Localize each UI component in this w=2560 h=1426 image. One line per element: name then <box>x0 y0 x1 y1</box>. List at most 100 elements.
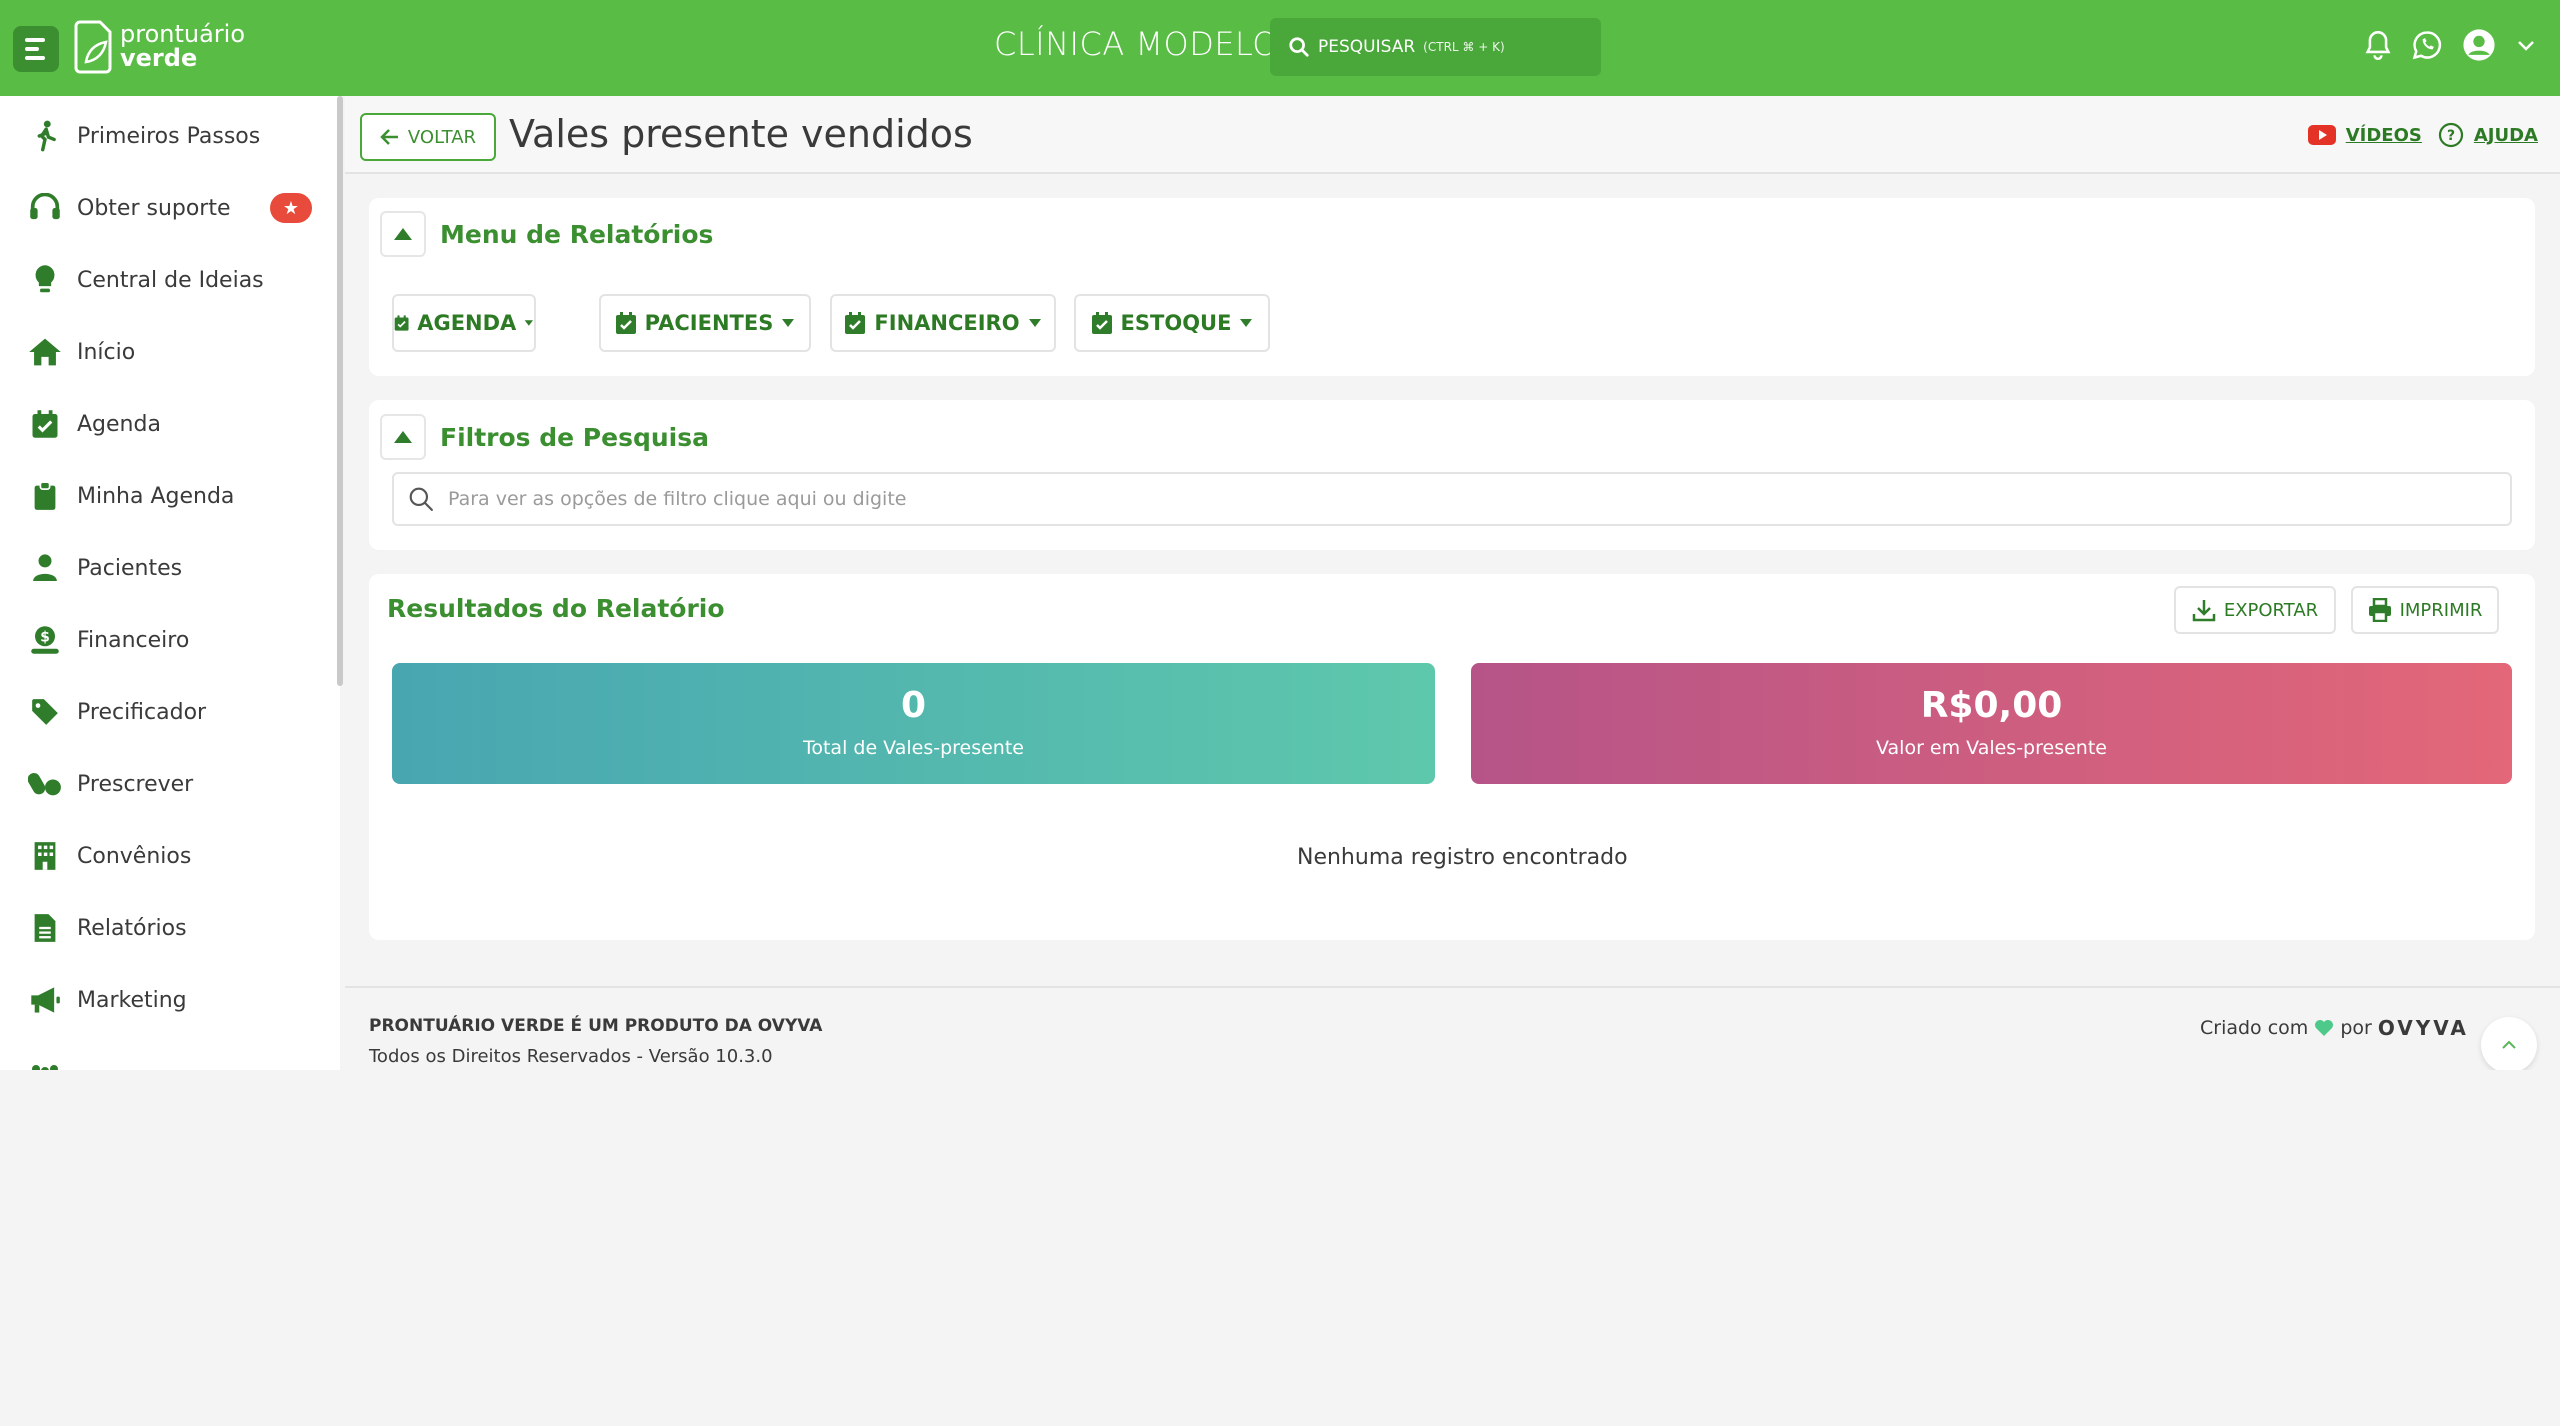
logo-line-1: prontuário <box>120 20 246 48</box>
report-pacientes-label: PACIENTES <box>644 311 774 335</box>
total-gift-cards-card: 0 Total de Vales-presente <box>392 663 1435 784</box>
report-financeiro-label: FINANCEIRO <box>874 311 1020 335</box>
youtube-icon[interactable] <box>2307 125 2336 145</box>
building-icon <box>28 839 62 873</box>
help-link[interactable]: AJUDA <box>2474 125 2538 146</box>
sidebar-item-label: Minha Agenda <box>77 483 235 509</box>
sidebar-item-label: Precificador <box>77 699 207 725</box>
export-button[interactable]: EXPORTAR <box>2174 586 2336 634</box>
page-title: Vales presente vendidos <box>509 112 973 156</box>
sidebar-item-minha-agenda[interactable]: Minha Agenda <box>0 460 340 532</box>
user-avatar-icon[interactable] <box>2462 28 2496 62</box>
collapse-reports-button[interactable] <box>380 211 426 257</box>
footer: PRONTUÁRIO VERDE É UM PRODUTO DA OVYVA T… <box>345 986 2560 1070</box>
caret-down-icon <box>1028 319 1041 327</box>
walking-person-icon <box>28 119 62 153</box>
global-search-button[interactable]: PESQUISAR (CTRL ⌘ + K) <box>1270 18 1601 76</box>
people-icon <box>28 1058 62 1070</box>
sidebar-item-precificador[interactable]: Precificador <box>0 676 340 748</box>
sidebar-item-label: Prescrever <box>77 771 194 797</box>
back-button[interactable]: VOLTAR <box>360 113 496 161</box>
headset-icon <box>28 191 62 225</box>
search-shortcut: (CTRL ⌘ + K) <box>1423 40 1505 54</box>
report-pacientes-dropdown[interactable]: PACIENTES <box>599 294 811 352</box>
sidebar-item-label: Convênios <box>77 843 192 869</box>
logo[interactable]: prontuário verde <box>74 18 245 74</box>
clinic-name[interactable]: CLÍNICA MODELO <box>994 25 1278 63</box>
arrow-left-icon <box>380 129 398 145</box>
bell-icon[interactable] <box>2364 30 2392 60</box>
clipboard-icon <box>28 479 62 513</box>
home-icon <box>28 335 62 369</box>
calendar-check-icon <box>1091 312 1112 334</box>
company-logo[interactable]: OVYVA <box>2378 1016 2469 1040</box>
print-label: IMPRIMIR <box>2399 599 2483 621</box>
sidebar-item-label: Obter suporte <box>77 195 231 221</box>
sidebar-scrollbar[interactable] <box>337 96 343 686</box>
videos-link[interactable]: VÍDEOS <box>2346 125 2422 146</box>
sidebar-item-primeiros-passos[interactable]: Primeiros Passos <box>0 100 340 172</box>
results-title: Resultados do Relatório <box>387 594 725 623</box>
total-gift-cards-caption: Total de Vales-presente <box>802 737 1024 759</box>
chevron-up-icon <box>2502 1040 2516 1049</box>
top-bar: prontuário verde CLÍNICA MODELO PESQUISA… <box>0 0 2560 96</box>
svg-text:$: $ <box>40 629 50 645</box>
sidebar-item-prescrever[interactable]: Prescrever <box>0 748 340 820</box>
footer-made-with: Criado com por OVYVA <box>2200 1016 2469 1040</box>
sidebar-item-convenios[interactable]: Convênios <box>0 820 340 892</box>
sidebar-item-marketing[interactable]: Marketing <box>0 964 340 1036</box>
money-hand-icon: $ <box>28 623 62 657</box>
filters-header: Filtros de Pesquisa <box>380 414 709 460</box>
report-financeiro-dropdown[interactable]: FINANCEIRO <box>830 294 1056 352</box>
report-estoque-label: ESTOQUE <box>1120 311 1232 335</box>
printer-icon <box>2368 598 2391 622</box>
sidebar-item-label: Primeiros Passos <box>77 123 261 149</box>
back-label: VOLTAR <box>407 126 477 148</box>
sidebar-item-relatorios[interactable]: Relatórios <box>0 892 340 964</box>
sidebar-item-obter-suporte[interactable]: Obter suporte ★ <box>0 172 340 244</box>
sidebar-item-label: Marketing <box>77 987 187 1013</box>
help-circle-icon[interactable]: ? <box>2438 122 2464 148</box>
sidebar-item-central-de-ideias[interactable]: Central de Ideias <box>0 244 340 316</box>
sidebar-item-partial[interactable] <box>0 1036 340 1070</box>
empty-results-message: Nenhuma registro encontrado <box>1297 845 1628 870</box>
leaf-document-logo-icon <box>74 20 112 74</box>
page-header: VOLTAR Vales presente vendidos VÍDEOS ? … <box>345 96 2560 174</box>
search-label: PESQUISAR <box>1318 37 1416 57</box>
total-gift-cards-value: 0 <box>900 685 927 726</box>
collapse-filters-button[interactable] <box>380 414 426 460</box>
report-estoque-dropdown[interactable]: ESTOQUE <box>1074 294 1270 352</box>
sidebar-item-label: Central de Ideias <box>77 267 264 293</box>
report-agenda-dropdown[interactable]: AGENDA <box>392 294 536 352</box>
gift-cards-amount-caption: Valor em Vales-presente <box>1876 737 2107 759</box>
scroll-to-top-button[interactable] <box>2481 1017 2537 1073</box>
sidebar-item-agenda[interactable]: Agenda <box>0 388 340 460</box>
filter-search-input[interactable] <box>448 488 2348 510</box>
whatsapp-icon[interactable] <box>2412 30 2442 60</box>
filters-title: Filtros de Pesquisa <box>440 422 709 452</box>
filter-search-field[interactable] <box>392 472 2512 526</box>
tag-icon <box>28 695 62 729</box>
print-button[interactable]: IMPRIMIR <box>2351 586 2499 634</box>
sidebar-item-pacientes[interactable]: Pacientes <box>0 532 340 604</box>
calendar-check-icon <box>28 407 62 441</box>
triangle-up-icon <box>394 431 412 443</box>
chevron-down-icon[interactable] <box>2516 38 2536 52</box>
triangle-up-icon <box>394 228 412 240</box>
footer-rights: Todos os Direitos Reservados - Versão 10… <box>369 1046 773 1067</box>
sidebar: Primeiros Passos Obter suporte ★ Central… <box>0 96 340 1070</box>
export-label: EXPORTAR <box>2223 599 2319 621</box>
megaphone-icon <box>28 983 62 1017</box>
footer-product: PRONTUÁRIO VERDE É UM PRODUTO DA OVYVA <box>369 1016 823 1036</box>
sidebar-item-label: Relatórios <box>77 915 187 941</box>
sidebar-item-label: Financeiro <box>77 627 190 653</box>
calendar-check-icon <box>394 315 409 331</box>
sidebar-item-financeiro[interactable]: $ Financeiro <box>0 604 340 676</box>
blank-area <box>0 1070 2560 1426</box>
reports-menu-title: Menu de Relatórios <box>440 219 714 249</box>
menu-toggle-button[interactable] <box>13 26 59 72</box>
gift-cards-amount-value: R$0,00 <box>1920 685 2063 726</box>
sidebar-item-inicio[interactable]: Início <box>0 316 340 388</box>
made-with-label: Criado com <box>2200 1017 2309 1039</box>
sidebar-item-label: Agenda <box>77 411 161 437</box>
